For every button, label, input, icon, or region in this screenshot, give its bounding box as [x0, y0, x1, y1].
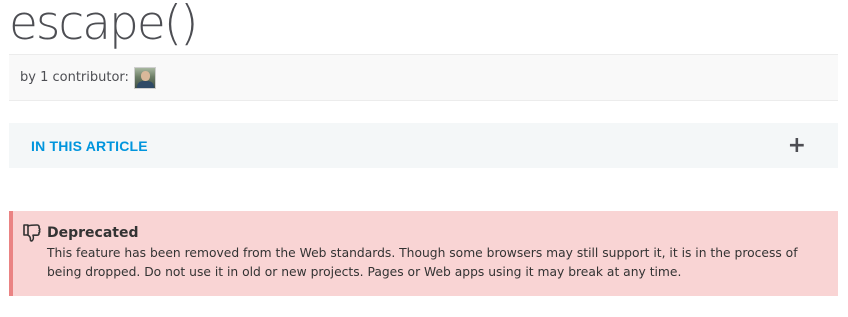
contributors-text: by 1 contributor: [20, 70, 129, 85]
deprecated-notice: Deprecated This feature has been removed… [9, 211, 838, 296]
page: escape() by 1 contributor: IN THIS ARTIC… [0, 0, 848, 317]
page-title: escape() [9, 0, 198, 51]
thumbs-down-icon [23, 224, 41, 242]
in-this-article-toggle[interactable]: IN THIS ARTICLE + [9, 123, 838, 168]
in-this-article-label[interactable]: IN THIS ARTICLE [31, 138, 148, 154]
contributor-avatar[interactable] [133, 66, 156, 89]
notice-body: This feature has been removed from the W… [47, 246, 798, 279]
contributors-bar: by 1 contributor: [9, 54, 838, 101]
plus-icon[interactable]: + [788, 134, 806, 157]
notice-title: Deprecated [47, 225, 139, 241]
